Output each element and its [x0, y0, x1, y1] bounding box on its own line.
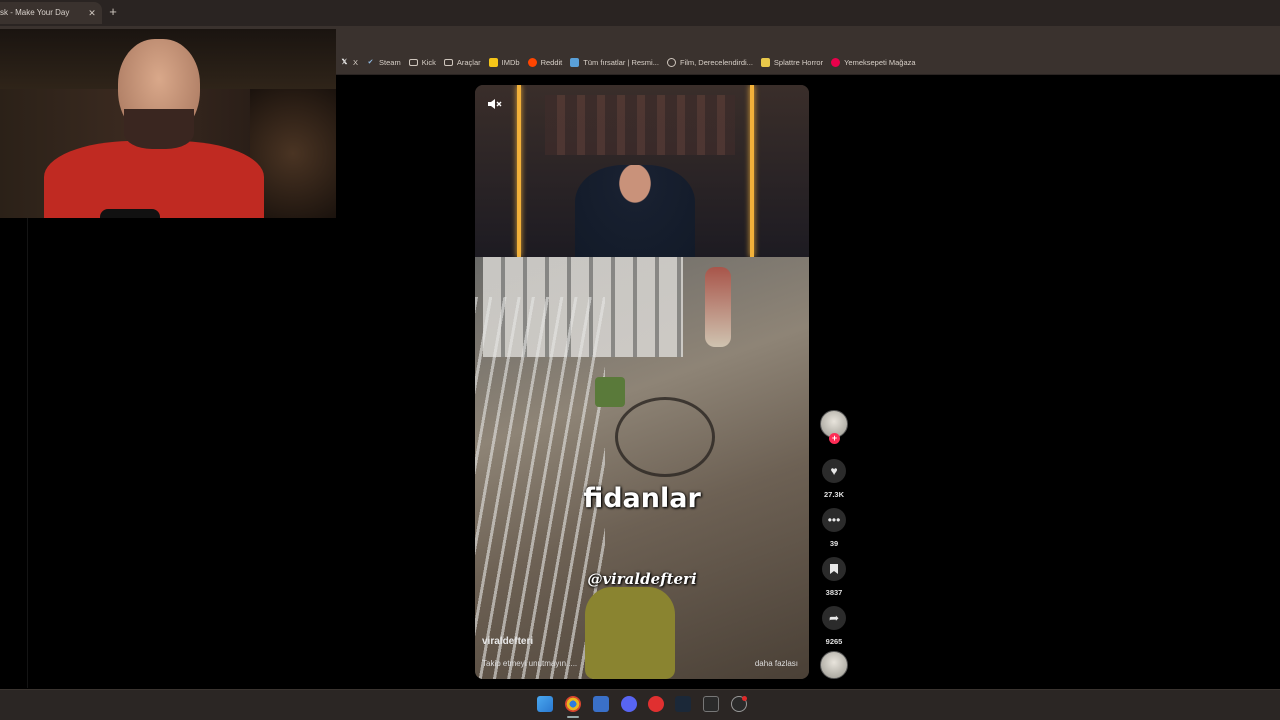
video-caption: fidanlar: [583, 483, 701, 514]
video-player[interactable]: fidanlar @viraldefteri viraldefteri Taki…: [475, 85, 809, 679]
yemeksepeti-icon: [831, 57, 841, 67]
bookmark-label: Araçlar: [456, 57, 481, 67]
left-side-panel: [0, 218, 28, 688]
webcam-person-shirt: [44, 141, 264, 218]
tab-title: sk - Make Your Day: [0, 8, 70, 17]
neon-light-left: [517, 85, 521, 257]
video-author[interactable]: viraldefteri: [482, 636, 533, 647]
heart-icon: ♥: [830, 464, 838, 478]
comment-button[interactable]: •••: [822, 508, 846, 532]
bookmark-label: Film, Derecelendirdi...: [679, 57, 753, 67]
share-icon: ➦: [828, 611, 840, 625]
share-button[interactable]: ➦: [822, 606, 846, 630]
bookmark-label: Splattre Horror: [773, 57, 824, 67]
splattre-icon: [760, 57, 770, 67]
folder-icon: [408, 58, 418, 66]
bookmark-reddit[interactable]: Reddit: [527, 52, 563, 72]
discord-icon[interactable]: [621, 696, 637, 712]
video-description: Takip etmeyi unutmayın.....: [482, 659, 578, 668]
video-watermark: @viraldefteri: [587, 570, 697, 588]
bookmark-label: IMDb: [501, 57, 520, 67]
reddit-icon: [527, 57, 537, 67]
active-app-indicator: [567, 716, 579, 718]
video-bottom-half: [475, 257, 809, 679]
speaker-muted-icon: [488, 99, 502, 109]
bookmark-yemeksepeti[interactable]: Yemeksepeti Mağaza: [831, 52, 916, 72]
folder-icon: [443, 58, 453, 66]
bookmark-x[interactable]: 𝕏 X: [340, 52, 358, 72]
bookmark-splattre[interactable]: Splattre Horror: [760, 52, 824, 72]
bookmark-label: Reddit: [540, 57, 563, 67]
video-streamer: [575, 165, 695, 257]
bookmark-firsatlar[interactable]: Tüm fırsatlar | Resmi...: [570, 52, 659, 72]
video-sack: [585, 587, 675, 679]
save-button[interactable]: [822, 557, 846, 581]
bookmark-label: Tüm fırsatlar | Resmi...: [583, 57, 659, 67]
video-hose: [615, 397, 715, 477]
close-tab-icon[interactable]: ✕: [86, 7, 98, 19]
neon-light-right: [750, 85, 754, 257]
webcam-overlay: [0, 29, 336, 218]
windows-start-icon[interactable]: [537, 696, 553, 712]
bookmark-araclar[interactable]: Araçlar: [443, 52, 481, 72]
steam-icon[interactable]: [675, 696, 691, 712]
bookmark-steam[interactable]: ✔ Steam: [366, 52, 401, 72]
comment-icon: •••: [827, 513, 841, 527]
video-top-half: [475, 85, 809, 257]
follow-plus-icon[interactable]: +: [829, 433, 840, 444]
mail-icon[interactable]: [593, 696, 609, 712]
save-count: 3837: [825, 588, 843, 597]
taskbar: [0, 689, 1280, 720]
sound-avatar[interactable]: [820, 651, 848, 679]
bookmarks-bar: 𝕏 X ✔ Steam Kick Araçlar IMDb Reddit Tüm…: [336, 50, 1280, 75]
bookmark-label: Kick: [421, 57, 436, 67]
youtube-icon[interactable]: [648, 696, 664, 712]
video-bucket: [595, 377, 625, 407]
like-button[interactable]: ♥: [822, 459, 846, 483]
notification-badge: [742, 696, 747, 701]
webcam-person-beard: [124, 109, 194, 149]
video-person: [705, 267, 731, 347]
share-count: 9265: [825, 637, 843, 646]
bookmark-label: X: [353, 57, 359, 67]
bookmark-imdb[interactable]: IMDb: [488, 52, 520, 72]
like-count: 27.3K: [823, 490, 844, 499]
active-tab[interactable]: sk - Make Your Day ✕: [0, 2, 102, 24]
tab-bar: sk - Make Your Day ✕ +: [0, 0, 1280, 26]
globe-icon: [666, 57, 676, 67]
chrome-icon[interactable]: [565, 696, 581, 712]
steam-icon: ✔: [367, 58, 374, 66]
mute-icon[interactable]: [487, 97, 503, 111]
epic-games-icon[interactable]: [703, 696, 719, 712]
more-button[interactable]: daha fazlası: [755, 659, 798, 668]
new-tab-button[interactable]: +: [106, 5, 120, 19]
video-shelves: [545, 95, 735, 155]
page-icon: [570, 57, 580, 67]
bookmark-icon: [830, 564, 838, 574]
x-icon: 𝕏: [341, 58, 348, 66]
bookmark-kick[interactable]: Kick: [408, 52, 436, 72]
comment-count: 39: [829, 539, 839, 548]
bookmark-film[interactable]: Film, Derecelendirdi...: [666, 52, 753, 72]
bookmark-label: Steam: [379, 57, 401, 67]
bookmark-label: Yemeksepeti Mağaza: [844, 57, 916, 67]
microphone: [100, 209, 160, 218]
imdb-icon: [488, 57, 498, 67]
